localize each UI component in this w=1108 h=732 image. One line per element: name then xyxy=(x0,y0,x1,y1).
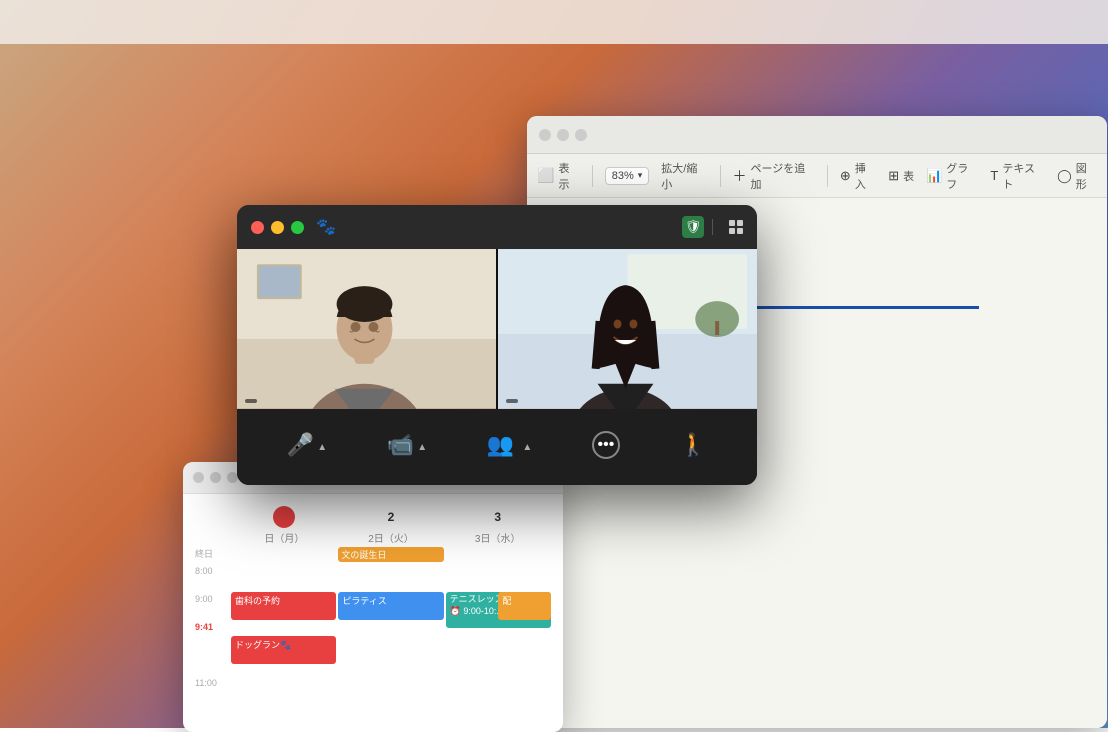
toolbar-sep-3 xyxy=(827,165,828,187)
cal-allday-col-2: 文の誕生日 xyxy=(338,547,443,562)
toolbar-zoom-control[interactable]: 83% ▾ xyxy=(605,167,650,185)
participants-icon: 👥 xyxy=(487,434,514,456)
pages-toolbar: ⬜ 表示 83% ▾ 拡大/縮小 ＋ ページを追加 ⊕ 挿入 ⊞ 表 📊 グラフ… xyxy=(527,154,1107,198)
cal-time-800: 8:00 xyxy=(195,564,231,592)
toolbar-zoom-label: 拡大/縮小 xyxy=(661,160,707,192)
pages-titlebar xyxy=(527,116,1107,154)
zoom-traffic-lights xyxy=(251,221,304,234)
cal-event-delivery[interactable]: 配 xyxy=(498,592,551,620)
cal-day-col-2: 2 2日（火） xyxy=(338,506,445,545)
video-icon: 📹 xyxy=(387,434,414,456)
cal-time-900: 9:00 xyxy=(195,592,231,620)
cal-col-tue: ピラティス xyxy=(338,564,443,704)
leave-control[interactable]: 🚶 xyxy=(680,432,707,462)
toolbar-sep-1 xyxy=(592,165,593,187)
cal-event-dog[interactable]: ドッグラン🐾 xyxy=(231,636,336,664)
cal-time-941: 9:41 xyxy=(195,620,231,648)
audio-chevron: ▲ xyxy=(317,442,327,453)
microphone-icon: 🎤 xyxy=(287,434,314,456)
audio-control[interactable]: 🎤 ▲ xyxy=(287,434,327,460)
zoom-meeting-window: 🐾 🛡 xyxy=(237,205,757,485)
pages-close-btn[interactable] xyxy=(539,129,551,141)
zoom-title-area: 🐾 xyxy=(316,217,344,237)
cal-times-column: 8:00 9:00 9:41 11:00 xyxy=(195,564,231,704)
details-icon: ••• xyxy=(592,431,620,459)
cal-allday-col-3 xyxy=(446,547,551,562)
cal-all-day-row: 終日 文の誕生日 xyxy=(183,547,563,564)
cal-col-wed: テニスレッスン⏰ 9:00-10:... 配 xyxy=(446,564,551,704)
cal-time-col-spacer xyxy=(195,506,231,545)
video-tile-left xyxy=(237,249,496,409)
cal-day-label-3: 3日（水） xyxy=(444,530,551,545)
cal-close-btn[interactable] xyxy=(193,472,204,483)
cal-birthday-event[interactable]: 文の誕生日 xyxy=(338,547,443,562)
toolbar-add-page-btn[interactable]: ＋ ページを追加 xyxy=(733,160,815,192)
video-control[interactable]: 📹 ▲ xyxy=(387,434,427,460)
cal-day-label-1: 日（月） xyxy=(231,530,338,545)
video-tile-right xyxy=(498,249,757,409)
zoom-grid-view-icon[interactable] xyxy=(729,220,743,234)
toolbar-sidebar-btn[interactable]: ⬜ 表示 xyxy=(537,160,580,192)
cal-day-num-2: 2 xyxy=(380,506,402,528)
cal-all-day-cols: 文の誕生日 xyxy=(231,547,551,562)
participant-name-left xyxy=(245,399,257,403)
cal-minimize-btn[interactable] xyxy=(210,472,221,483)
zoom-maximize-btn[interactable] xyxy=(291,221,304,234)
zoom-minimize-btn[interactable] xyxy=(271,221,284,234)
participant-name-right xyxy=(506,399,518,403)
cal-event-pilates[interactable]: ピラティス xyxy=(338,592,443,620)
zoom-shield-btn[interactable]: 🛡 xyxy=(682,216,704,238)
toolbar-insert-btn[interactable]: ⊕ 挿入 xyxy=(840,160,876,192)
pages-traffic-lights xyxy=(539,129,587,141)
video-chevron: ▲ xyxy=(417,442,427,453)
cal-event-dental[interactable]: 歯科の予約 xyxy=(231,592,336,620)
zoom-toolbar-divider xyxy=(712,219,713,235)
participants-control[interactable]: 👥 ▲ xyxy=(487,434,532,460)
zoom-controls-bar: 🎤 ▲ 📹 ▲ 👥 ▲ ••• xyxy=(237,409,757,485)
toolbar-table-btn[interactable]: ⊞ 表 xyxy=(888,168,914,184)
cal-day-num-3: 3 xyxy=(487,506,509,528)
person-left-video xyxy=(237,249,496,409)
zoom-title-right: 🛡 xyxy=(682,216,743,238)
cal-time-grid: 8:00 9:00 9:41 11:00 歯科の予約 ドッグラン🐾 ピラティス … xyxy=(183,564,563,704)
details-control[interactable]: ••• xyxy=(592,431,620,463)
menubar xyxy=(0,0,1108,44)
toolbar-shape-btn[interactable]: ◯ 図形 xyxy=(1057,160,1097,192)
cal-month-header xyxy=(183,494,563,506)
pages-maximize-btn[interactable] xyxy=(575,129,587,141)
zoom-titlebar: 🐾 🛡 xyxy=(237,205,757,249)
leave-icon: 🚶 xyxy=(680,432,707,458)
cal-event-columns: 歯科の予約 ドッグラン🐾 ピラティス テニスレッスン⏰ 9:00-10:... … xyxy=(231,564,551,704)
zoom-close-btn[interactable] xyxy=(251,221,264,234)
zoom-video-area xyxy=(237,249,757,409)
cal-day-col-3: 3 3日（水） xyxy=(444,506,551,545)
participants-chevron: ▲ xyxy=(522,442,532,453)
cal-day-label-2: 2日（火） xyxy=(338,530,445,545)
cal-col-mon: 歯科の予約 ドッグラン🐾 xyxy=(231,564,336,704)
cal-days-header: 日（月） 2 2日（火） 3 3日（水） xyxy=(183,506,563,545)
cal-day-num-1 xyxy=(273,506,295,528)
pages-minimize-btn[interactable] xyxy=(557,129,569,141)
toolbar-graph-btn[interactable]: 📊 グラフ xyxy=(926,160,978,192)
cal-allday-col-1 xyxy=(231,547,336,562)
cal-time-1100: 11:00 xyxy=(195,676,231,704)
person-right-video xyxy=(498,249,757,409)
cal-day-col-1: 日（月） xyxy=(231,506,338,545)
zoom-paw-icon: 🐾 xyxy=(316,217,336,237)
calendar-window: 日（月） 2 2日（火） 3 3日（水） 終日 文の誕生日 8:00 9:00 … xyxy=(183,462,563,732)
toolbar-sep-2 xyxy=(720,165,721,187)
cal-allday-label: 終日 xyxy=(195,547,231,562)
toolbar-text-btn[interactable]: T テキスト xyxy=(990,160,1045,192)
